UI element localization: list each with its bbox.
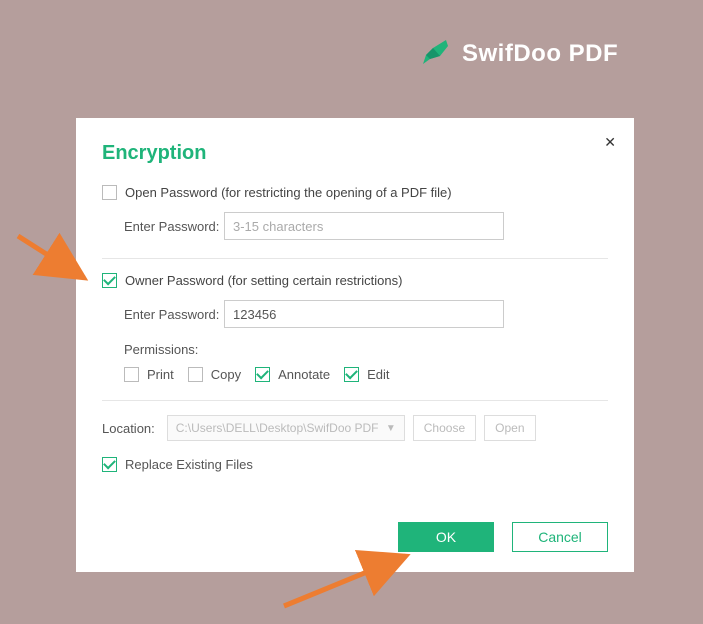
open-button[interactable]: Open bbox=[484, 415, 535, 441]
replace-row: Replace Existing Files bbox=[102, 457, 608, 472]
dialog-title: Encryption bbox=[102, 142, 608, 165]
replace-label: Replace Existing Files bbox=[125, 457, 253, 472]
perm-copy: Copy bbox=[188, 367, 241, 382]
swifdoo-bird-icon bbox=[420, 38, 450, 69]
perm-annotate-checkbox[interactable] bbox=[255, 367, 270, 382]
perm-annotate: Annotate bbox=[255, 367, 330, 382]
open-password-checkbox[interactable] bbox=[102, 185, 117, 200]
choose-button[interactable]: Choose bbox=[413, 415, 476, 441]
location-path-text: C:\Users\DELL\Desktop\SwifDoo PDF bbox=[176, 421, 379, 435]
open-button-label: Open bbox=[495, 421, 524, 435]
owner-password-label: Owner Password (for setting certain rest… bbox=[125, 273, 402, 288]
close-icon[interactable]: ✕ bbox=[604, 134, 616, 151]
owner-password-checkbox[interactable] bbox=[102, 273, 117, 288]
open-password-label: Open Password (for restricting the openi… bbox=[125, 185, 452, 200]
cancel-button[interactable]: Cancel bbox=[512, 522, 608, 552]
cancel-button-label: Cancel bbox=[538, 529, 582, 545]
perm-print: Print bbox=[124, 367, 174, 382]
ok-button[interactable]: OK bbox=[398, 522, 494, 552]
perm-print-label: Print bbox=[147, 367, 174, 382]
perm-edit-label: Edit bbox=[367, 367, 389, 382]
ok-button-label: OK bbox=[436, 529, 456, 545]
location-row: Location: C:\Users\DELL\Desktop\SwifDoo … bbox=[102, 415, 608, 441]
divider-1 bbox=[102, 258, 608, 259]
replace-checkbox[interactable] bbox=[102, 457, 117, 472]
location-label: Location: bbox=[102, 421, 155, 436]
open-password-field-row: Enter Password: bbox=[124, 212, 608, 240]
divider-2 bbox=[102, 400, 608, 401]
dialog-footer: OK Cancel bbox=[398, 522, 608, 552]
perm-copy-label: Copy bbox=[211, 367, 241, 382]
chevron-down-icon: ▼ bbox=[386, 423, 396, 434]
perm-edit: Edit bbox=[344, 367, 389, 382]
brand-name: SwifDoo PDF bbox=[462, 40, 618, 68]
open-password-field-label: Enter Password: bbox=[124, 219, 224, 234]
brand-header: SwifDoo PDF bbox=[420, 38, 618, 69]
open-password-input[interactable] bbox=[224, 212, 504, 240]
owner-password-field-label: Enter Password: bbox=[124, 307, 224, 322]
owner-password-row: Owner Password (for setting certain rest… bbox=[102, 273, 608, 288]
perm-edit-checkbox[interactable] bbox=[344, 367, 359, 382]
owner-password-field-row: Enter Password: bbox=[124, 300, 608, 328]
location-path-dropdown[interactable]: C:\Users\DELL\Desktop\SwifDoo PDF ▼ bbox=[167, 415, 405, 441]
perm-copy-checkbox[interactable] bbox=[188, 367, 203, 382]
choose-button-label: Choose bbox=[424, 421, 465, 435]
encryption-dialog: ✕ Encryption Open Password (for restrict… bbox=[76, 118, 634, 572]
perm-annotate-label: Annotate bbox=[278, 367, 330, 382]
perm-print-checkbox[interactable] bbox=[124, 367, 139, 382]
owner-password-input[interactable] bbox=[224, 300, 504, 328]
open-password-row: Open Password (for restricting the openi… bbox=[102, 185, 608, 200]
permissions-label: Permissions: bbox=[124, 342, 608, 357]
permissions-row: Print Copy Annotate Edit bbox=[124, 367, 608, 382]
